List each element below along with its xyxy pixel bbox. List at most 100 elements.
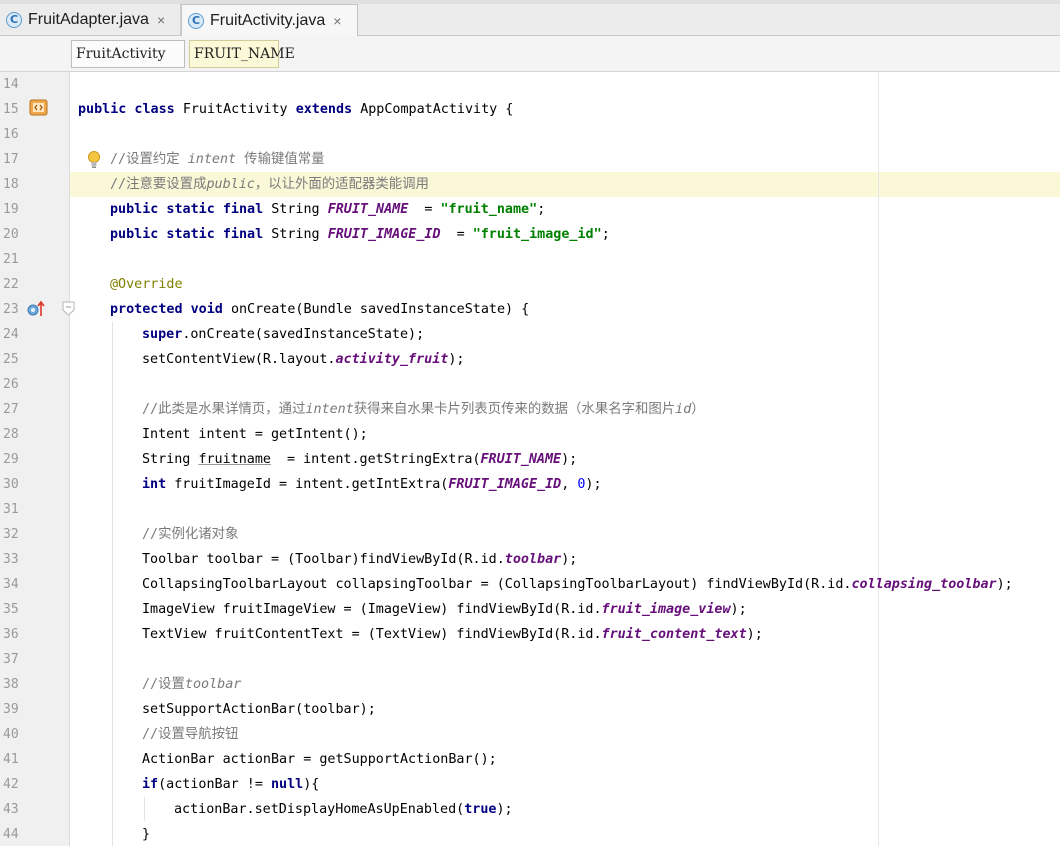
code-line[interactable]: 19 public static final String FRUIT_NAME =… xyxy=(0,197,1060,222)
line-code: protected void onCreate(Bundle savedInst… xyxy=(110,302,530,317)
line-code: //实例化诸对象 xyxy=(142,527,239,542)
code-line[interactable]: 30 int fruitImageId = intent.getIntExtra(… xyxy=(0,472,1060,497)
line-number: 37 xyxy=(3,652,19,667)
line-code: //设置约定 intent 传输键值常量 xyxy=(110,152,325,167)
line-number: 20 xyxy=(3,227,19,242)
line-number: 18 xyxy=(3,177,19,192)
code-line[interactable]: 21 xyxy=(0,247,1060,272)
code-line[interactable]: 15 public class FruitActivity extends App… xyxy=(0,97,1060,122)
line-number: 32 xyxy=(3,527,19,542)
line-code: CollapsingToolbarLayout collapsingToolba… xyxy=(142,577,1013,592)
breadcrumb: FruitActivity FRUIT_NAME xyxy=(0,36,1060,72)
code-line[interactable]: 31 xyxy=(0,497,1060,522)
tab-label: FruitActivity.java xyxy=(210,11,326,29)
code-line[interactable]: 28 Intent intent = getIntent(); xyxy=(0,422,1060,447)
line-number: 21 xyxy=(3,252,19,267)
line-code: public static final String FRUIT_IMAGE_I… xyxy=(110,227,610,242)
code-line[interactable]: 14 xyxy=(0,72,1060,97)
code-line[interactable]: 36 TextView fruitContentText = (TextView)… xyxy=(0,622,1060,647)
line-number: 24 xyxy=(3,327,19,342)
tab-label: FruitAdapter.java xyxy=(28,10,149,28)
code-line[interactable]: 16 xyxy=(0,122,1060,147)
line-number: 30 xyxy=(3,477,19,492)
code-line[interactable]: 20 public static final String FRUIT_IMAGE… xyxy=(0,222,1060,247)
code-line[interactable]: 42 if(actionBar != null){ xyxy=(0,772,1060,797)
code-line[interactable]: 32 //实例化诸对象 xyxy=(0,522,1060,547)
line-code: if(actionBar != null){ xyxy=(142,777,320,792)
code-line[interactable]: 22 @Override xyxy=(0,272,1060,297)
line-code: //此类是水果详情页，通过intent获得来自水果卡片列表页传来的数据（水果名字… xyxy=(142,402,705,417)
line-code: public class FruitActivity extends AppCo… xyxy=(78,102,514,117)
line-code: setSupportActionBar(toolbar); xyxy=(142,702,376,717)
line-number: 15 xyxy=(3,102,19,117)
line-code: @Override xyxy=(110,277,183,292)
line-number: 33 xyxy=(3,552,19,567)
code-line[interactable]: 33 Toolbar toolbar = (Toolbar)findViewByI… xyxy=(0,547,1060,572)
line-code: super.onCreate(savedInstanceState); xyxy=(142,327,425,342)
code-line[interactable]: 44} xyxy=(0,822,1060,847)
code-line[interactable]: 25 setContentView(R.layout.activity_fruit… xyxy=(0,347,1060,372)
code-line[interactable]: 43 actionBar.setDisplayHomeAsUpEnabled(tr… xyxy=(0,797,1060,822)
java-class-icon: C xyxy=(188,12,204,29)
line-code: //注意要设置成public，以让外面的适配器类能调用 xyxy=(110,177,429,192)
line-number: 43 xyxy=(3,802,19,817)
line-code: public static final String FRUIT_NAME = "… xyxy=(110,202,546,217)
code-line[interactable]: 40 //设置导航按钮 xyxy=(0,722,1060,747)
line-number: 29 xyxy=(3,452,19,467)
line-number: 28 xyxy=(3,427,19,442)
editor-tab-bar: C FruitAdapter.java × C FruitActivity.ja… xyxy=(0,0,1060,36)
code-line[interactable]: 17 //设置约定 intent 传输键值常量 xyxy=(0,147,1060,172)
line-number: 27 xyxy=(3,402,19,417)
line-code: ImageView fruitImageView = (ImageView) f… xyxy=(142,602,747,617)
line-number: 36 xyxy=(3,627,19,642)
code-line[interactable]: 23 protected void onCreate(Bundle savedIn… xyxy=(0,297,1060,322)
code-line[interactable]: 41 ActionBar actionBar = getSupportAction… xyxy=(0,747,1060,772)
line-number: 26 xyxy=(3,377,19,392)
breadcrumb-field[interactable]: FRUIT_NAME xyxy=(189,40,295,68)
line-number: 42 xyxy=(3,777,19,792)
line-code: String fruitname = intent.getStringExtra(… xyxy=(142,452,578,467)
close-icon[interactable]: × xyxy=(157,12,165,28)
line-code: setContentView(R.layout.activity_fruit); xyxy=(142,352,465,367)
line-number: 25 xyxy=(3,352,19,367)
line-number: 22 xyxy=(3,277,19,292)
code-line[interactable]: 24 super.onCreate(savedInstanceState); xyxy=(0,322,1060,347)
line-number: 17 xyxy=(3,152,19,167)
code-line[interactable]: 35 ImageView fruitImageView = (ImageView)… xyxy=(0,597,1060,622)
line-number: 34 xyxy=(3,577,19,592)
line-number: 23 xyxy=(3,302,19,317)
line-number: 16 xyxy=(3,127,19,142)
line-code: Intent intent = getIntent(); xyxy=(142,427,368,442)
code-line[interactable]: 34 CollapsingToolbarLayout collapsingTool… xyxy=(0,572,1060,597)
line-code: //设置导航按钮 xyxy=(142,727,239,742)
line-number: 14 xyxy=(3,77,19,92)
code-line[interactable]: 29 String fruitname = intent.getStringExtr… xyxy=(0,447,1060,472)
line-number: 38 xyxy=(3,677,19,692)
code-editor[interactable]: 14 15 public class FruitActivity extends A… xyxy=(0,72,1060,846)
line-number: 39 xyxy=(3,702,19,717)
breadcrumb-class[interactable]: FruitActivity xyxy=(71,40,185,68)
line-number: 31 xyxy=(3,502,19,517)
tab-fruit-adapter[interactable]: C FruitAdapter.java × xyxy=(0,4,181,35)
line-code: int fruitImageId = intent.getIntExtra(FR… xyxy=(142,477,602,492)
line-number: 44 xyxy=(3,827,19,842)
line-number: 35 xyxy=(3,602,19,617)
line-code: //设置toolbar xyxy=(142,677,242,692)
line-number: 19 xyxy=(3,202,19,217)
line-code: ActionBar actionBar = getSupportActionBa… xyxy=(142,752,497,767)
tab-fruit-activity[interactable]: C FruitActivity.java × xyxy=(181,4,358,36)
code-line[interactable]: 38 //设置toolbar xyxy=(0,672,1060,697)
line-code: TextView fruitContentText = (TextView) f… xyxy=(142,627,763,642)
java-class-icon: C xyxy=(6,11,22,28)
code-line[interactable]: 18 //注意要设置成public，以让外面的适配器类能调用 xyxy=(0,172,1060,197)
line-code: actionBar.setDisplayHomeAsUpEnabled(true… xyxy=(174,802,513,817)
line-number: 41 xyxy=(3,752,19,767)
close-icon[interactable]: × xyxy=(333,13,341,29)
code-line[interactable]: 26 xyxy=(0,372,1060,397)
code-line[interactable]: 37 xyxy=(0,647,1060,672)
line-number: 40 xyxy=(3,727,19,742)
line-code: } xyxy=(142,827,151,842)
code-line[interactable]: 27 //此类是水果详情页，通过intent获得来自水果卡片列表页传来的数据（水果… xyxy=(0,397,1060,422)
line-code: Toolbar toolbar = (Toolbar)findViewById(… xyxy=(142,552,578,567)
code-line[interactable]: 39 setSupportActionBar(toolbar); xyxy=(0,697,1060,722)
